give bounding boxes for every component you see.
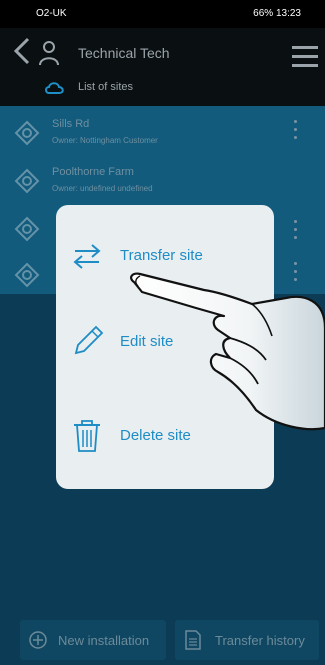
- delete-icon: [74, 420, 100, 452]
- header: Technical Tech List of sites: [0, 28, 325, 106]
- more-icon[interactable]: [294, 220, 300, 244]
- edit-icon: [74, 325, 104, 355]
- carrier-text: O2-UK: [36, 8, 67, 19]
- add-circle-icon: [29, 631, 47, 649]
- back-icon[interactable]: [10, 36, 36, 66]
- person-icon: [39, 41, 59, 66]
- sites-icon: [45, 82, 64, 94]
- site-icon: [14, 216, 40, 242]
- site-icon: [14, 168, 40, 194]
- site-owner: Owner: Nottingham Customer: [52, 136, 158, 145]
- site-name: Sills Rd: [52, 118, 90, 130]
- transfer-icon: [73, 244, 101, 269]
- site-name: Poolthorne Farm: [52, 166, 134, 178]
- new-installation-button[interactable]: New installation: [20, 620, 166, 660]
- battery-time-text: 66% 13:23: [253, 8, 301, 19]
- transfer-history-label: Transfer history: [215, 633, 305, 648]
- new-installation-label: New installation: [58, 633, 150, 648]
- site-owner: Owner: undefined undefined: [52, 184, 153, 193]
- list-item[interactable]: Sills Rd Owner: Nottingham Customer: [0, 110, 325, 158]
- transfer-site-label: Transfer site: [120, 247, 203, 264]
- menu-icon[interactable]: [292, 46, 318, 68]
- hand-pointer-icon: [130, 272, 325, 431]
- page-title: Technical Tech: [78, 45, 170, 61]
- site-icon: [14, 120, 40, 146]
- list-item[interactable]: Poolthorne Farm Owner: undefined undefin…: [0, 158, 325, 206]
- transfer-history-button[interactable]: Transfer history: [175, 620, 319, 660]
- status-bar: O2-UK 66% 13:23: [0, 0, 325, 28]
- document-icon: [185, 630, 201, 650]
- page-subtitle: List of sites: [78, 81, 134, 93]
- more-icon[interactable]: [294, 120, 300, 144]
- site-icon: [14, 262, 40, 288]
